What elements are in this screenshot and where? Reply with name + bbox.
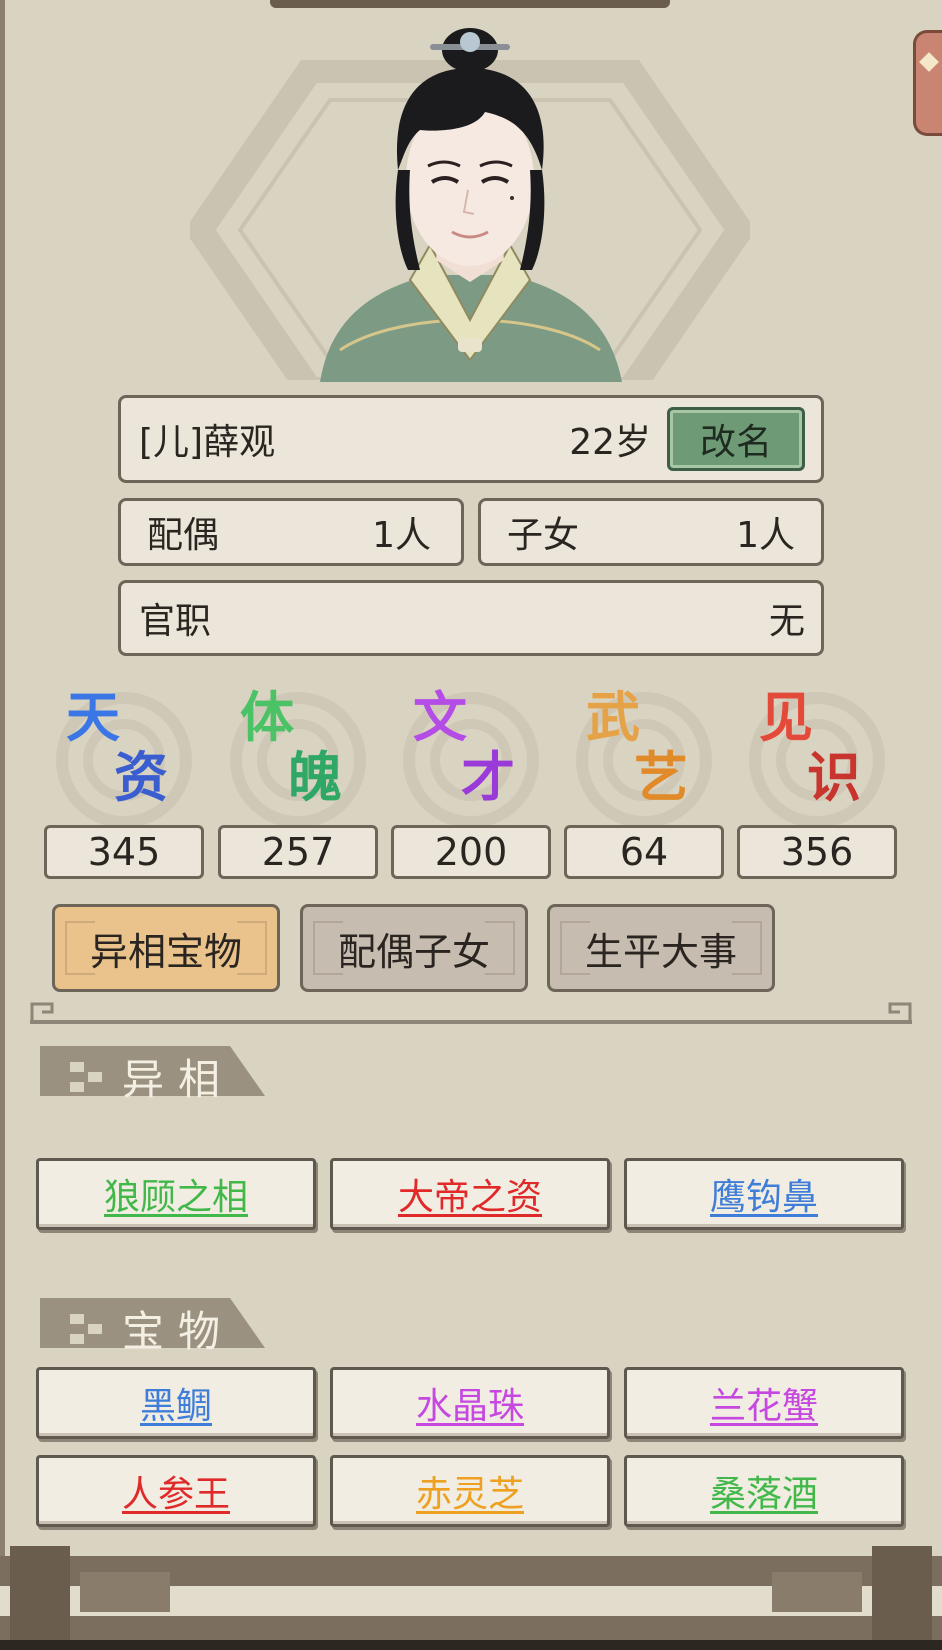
stat-talent: 天资 345 — [44, 670, 204, 890]
character-name: [儿]薛观 — [139, 422, 276, 463]
stat-literary-char1: 文 — [413, 685, 467, 749]
stat-knowledge-value: 356 — [737, 825, 897, 879]
stat-talent-char1: 天 — [66, 685, 120, 749]
stat-physique-char2: 魄 — [288, 745, 342, 809]
character-name-box: [儿]薛观 22岁 改名 — [118, 395, 824, 483]
treasures-section-title: 宝物 — [122, 1307, 235, 1356]
spouse-count: 1人 — [372, 515, 431, 556]
stat-talent-char2: 资 — [114, 745, 168, 809]
stat-martial-value: 64 — [564, 825, 724, 879]
stat-martial-char2: 艺 — [634, 745, 688, 809]
treasure-item[interactable]: 黑鲷 — [36, 1367, 316, 1439]
stat-knowledge-char2: 识 — [807, 745, 861, 809]
trait-item[interactable]: 狼顾之相 — [36, 1158, 316, 1230]
treasure-item[interactable]: 桑落酒 — [624, 1455, 904, 1527]
stat-knowledge-char1: 见 — [759, 685, 813, 749]
stat-literary: 文才 200 — [391, 670, 551, 890]
stat-martial-char1: 武 — [586, 685, 640, 749]
stat-literary-char2: 才 — [461, 745, 515, 809]
treasures-section-header: 宝物 — [40, 1292, 270, 1356]
treasure-item[interactable]: 水晶珠 — [330, 1367, 610, 1439]
rename-button[interactable]: 改名 — [667, 407, 805, 471]
tab-spouse-children[interactable]: 配偶子女 — [300, 904, 528, 992]
attribute-stats: 天资 345 体魄 257 文才 200 武艺 64 见识 356 — [44, 670, 900, 890]
office-value: 无 — [768, 601, 805, 642]
panel-top-cap — [270, 0, 670, 8]
diamond-icon — [919, 52, 939, 72]
stat-physique: 体魄 257 — [218, 670, 378, 890]
stat-physique-char1: 体 — [240, 685, 294, 749]
office-box: 官职 无 — [118, 580, 824, 656]
stat-physique-value: 257 — [218, 825, 378, 879]
children-count: 1人 — [736, 515, 795, 556]
treasure-item[interactable]: 赤灵芝 — [330, 1455, 610, 1527]
children-count-box: 子女 1人 — [478, 498, 824, 566]
trait-item[interactable]: 大帝之资 — [330, 1158, 610, 1230]
trait-item[interactable]: 鹰钩鼻 — [624, 1158, 904, 1230]
portrait-area — [170, 20, 770, 382]
character-portrait — [320, 28, 622, 382]
tab-life-events[interactable]: 生平大事 — [547, 904, 775, 992]
section-divider — [30, 1002, 912, 1024]
treasure-item[interactable]: 人参王 — [36, 1455, 316, 1527]
bottom-frame-decoration — [0, 1546, 942, 1650]
stat-martial: 武艺 64 — [564, 670, 724, 890]
side-tab-button[interactable] — [913, 30, 942, 136]
stat-knowledge: 见识 356 — [737, 670, 897, 890]
tab-traits-treasures[interactable]: 异相宝物 — [52, 904, 280, 992]
spouse-label: 配偶 — [147, 515, 220, 556]
traits-section-header: 异相 — [40, 1040, 270, 1104]
traits-section-title: 异相 — [122, 1055, 235, 1104]
character-age: 22岁 — [569, 422, 651, 463]
stat-literary-value: 200 — [391, 825, 551, 879]
treasure-item[interactable]: 兰花蟹 — [624, 1367, 904, 1439]
office-label: 官职 — [139, 601, 212, 642]
stat-talent-value: 345 — [44, 825, 204, 879]
spouse-count-box: 配偶 1人 — [118, 498, 464, 566]
children-label: 子女 — [507, 515, 580, 556]
